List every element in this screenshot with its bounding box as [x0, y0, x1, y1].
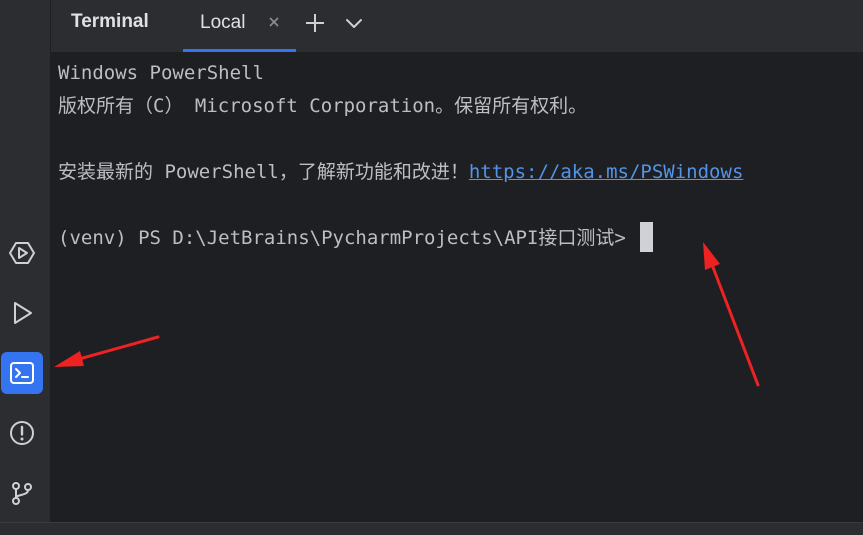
- left-toolbar: [0, 0, 51, 523]
- services-button[interactable]: [1, 232, 43, 274]
- services-icon: [9, 242, 35, 264]
- terminal-prompt-line[interactable]: (venv) PS D:\JetBrains\PycharmProjects\A…: [58, 221, 863, 255]
- arrow-to-cursor: [703, 242, 760, 387]
- bottom-scrollbar[interactable]: [0, 522, 863, 535]
- terminal-icon: [10, 362, 34, 384]
- terminal-header: Terminal Local: [51, 0, 863, 52]
- tab-local[interactable]: Local: [183, 0, 296, 52]
- terminal-output[interactable]: Windows PowerShell 版权所有（C） Microsoft Cor…: [58, 57, 863, 255]
- pswindows-link[interactable]: https://aka.ms/PSWindows: [469, 161, 744, 183]
- text-cursor: [639, 221, 653, 252]
- terminal-line: Windows PowerShell: [58, 62, 264, 84]
- git-branch-icon: [12, 482, 32, 505]
- terminal-line: 安装最新的 PowerShell，了解新功能和改进！https://aka.ms…: [58, 156, 863, 189]
- tab-label: Local: [200, 12, 246, 33]
- chevron-down-icon[interactable]: [343, 12, 365, 34]
- terminal-button[interactable]: [1, 352, 43, 394]
- git-button[interactable]: [1, 472, 43, 514]
- install-hint-text: 安装最新的 PowerShell，了解新功能和改进！: [58, 161, 469, 183]
- toolwindow-title: Terminal: [71, 11, 149, 32]
- run-icon: [14, 302, 32, 324]
- new-tab-icon[interactable]: [304, 12, 326, 34]
- arrow-to-terminal-button: [54, 335, 160, 367]
- run-button[interactable]: [1, 292, 43, 334]
- problems-button[interactable]: [1, 412, 43, 454]
- close-tab-icon[interactable]: [266, 14, 282, 30]
- terminal-line: 版权所有（C） Microsoft Corporation。保留所有权利。: [58, 95, 588, 117]
- prompt-text: (venv) PS D:\JetBrains\PycharmProjects\A…: [58, 227, 626, 249]
- problems-icon: [10, 421, 34, 445]
- active-tab-indicator: [183, 49, 296, 52]
